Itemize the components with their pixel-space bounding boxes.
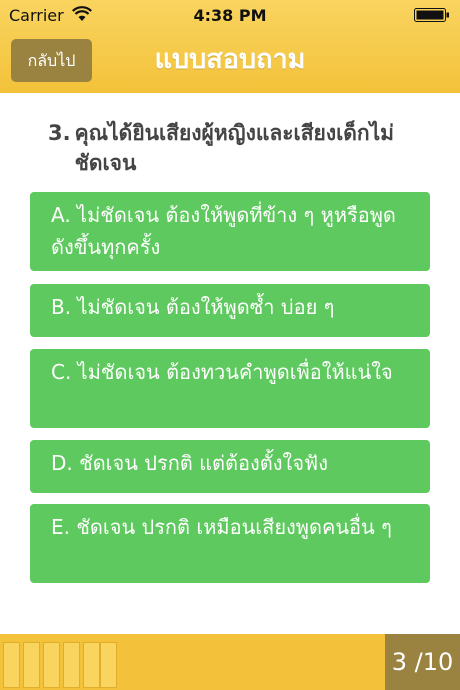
answer-option-e[interactable]: E. ชัดเจน ปรกติ เหมือนเสียงพูดคนอื่น ๆ (30, 504, 430, 583)
progress-segment (83, 642, 100, 688)
status-time: 4:38 PM (193, 6, 267, 25)
back-button[interactable]: กลับไป (11, 39, 92, 82)
progress-segment (23, 642, 40, 688)
progress-segment (43, 642, 60, 688)
progress-segment (3, 642, 20, 688)
status-bar: Carrier 4:38 PM (0, 0, 460, 30)
header-bar: Carrier 4:38 PM กลับไป แบบสอบถาม (0, 0, 460, 93)
answer-option-b[interactable]: B. ไม่ชัดเจน ต้องให้พูดซ้ำ บ่อย ๆ (30, 284, 430, 337)
question-counter: 3 /10 (385, 634, 460, 690)
answer-option-c[interactable]: C. ไม่ชัดเจน ต้องทวนคำพูดเพื่อให้แน่ใจ (30, 349, 430, 428)
question-number: 3. (48, 121, 71, 145)
progress-segment (63, 642, 80, 688)
answer-option-d[interactable]: D. ชัดเจน ปรกติ แต่ต้องตั้งใจฟัง (30, 440, 430, 493)
question-body: คุณได้ยินเสียงผู้หญิงและเสียงเด็กไม่ชัดเ… (74, 121, 395, 175)
battery-icon (414, 8, 449, 22)
progress-footer: 3 /10 (0, 634, 460, 690)
answer-option-a[interactable]: A. ไม่ชัดเจน ต้องให้พูดที่ข้าง ๆ หูหรือพ… (30, 192, 430, 271)
progress-segment (100, 642, 117, 688)
page-title: แบบสอบถาม (154, 44, 306, 75)
question-text: 3. คุณได้ยินเสียงผู้หญิงและเสียงเด็กไม่ช… (48, 118, 438, 178)
